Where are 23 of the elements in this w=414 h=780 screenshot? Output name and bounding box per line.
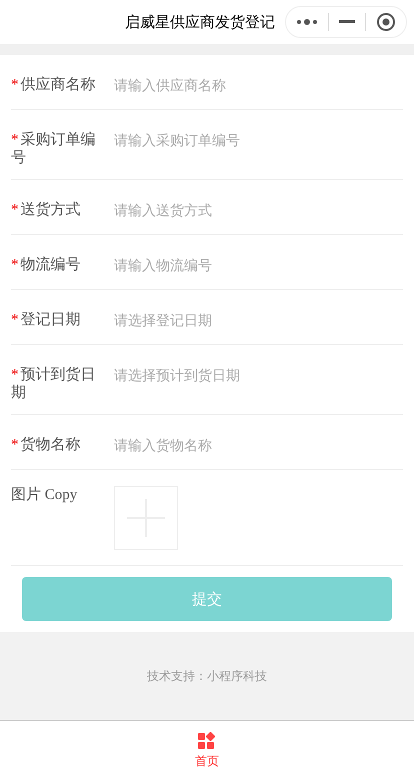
page-title: 启威星供应商发货登记 (125, 12, 275, 32)
input-field[interactable]: 请输入物流编号 (114, 256, 403, 276)
field-label: *登记日期 (11, 311, 82, 329)
capsule-menu[interactable] (285, 6, 407, 38)
field-label: *采购订单编号 (11, 131, 96, 167)
input-field[interactable]: 请输入货物名称 (114, 436, 403, 456)
date-field[interactable]: 请选择登记日期 (114, 311, 403, 331)
minimize-icon[interactable] (339, 20, 355, 24)
field-label: 图片 Copy (11, 486, 78, 504)
more-icon[interactable] (296, 18, 318, 26)
input-field[interactable]: 请输入采购订单编号 (114, 131, 403, 151)
date-field[interactable]: 请选择预计到货日期 (114, 366, 403, 386)
field-label: *供应商名称 (11, 76, 96, 94)
home-grid-icon (198, 732, 216, 750)
field-label: *送货方式 (11, 201, 82, 219)
tab-item[interactable]: 首页 (195, 732, 219, 770)
close-icon[interactable] (376, 12, 396, 32)
field-label: *预计到货日期 (11, 366, 96, 402)
input-field[interactable]: 请输入供应商名称 (114, 76, 403, 96)
input-field[interactable]: 请输入送货方式 (114, 201, 403, 221)
field-label: *货物名称 (11, 436, 82, 454)
footer-text: 技术支持：小程序科技 (147, 668, 267, 684)
field-label: *物流编号 (11, 256, 82, 274)
